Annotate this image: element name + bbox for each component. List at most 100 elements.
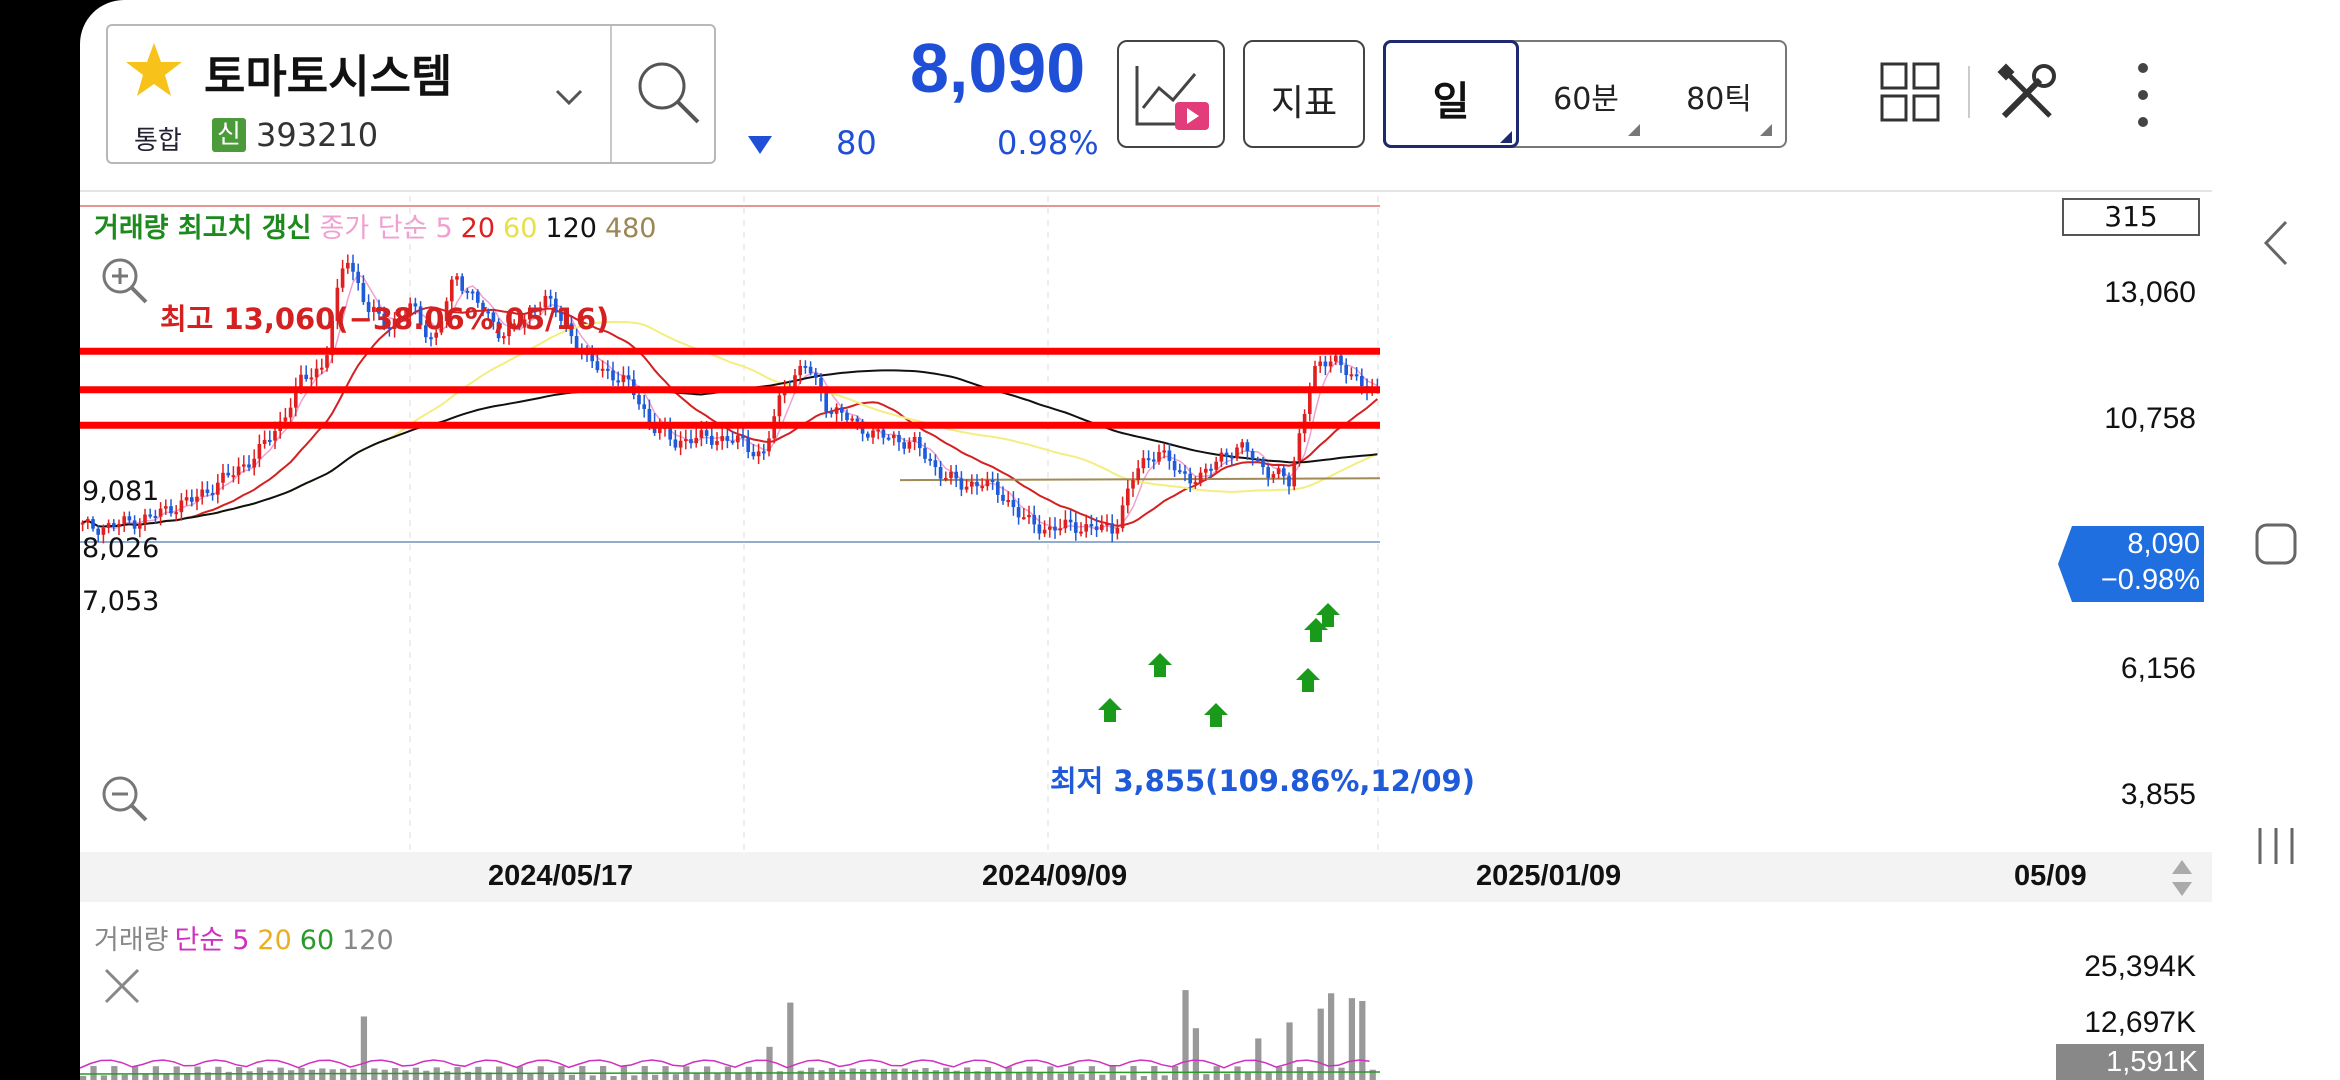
- ma20-line: [82, 306, 1379, 528]
- search-icon[interactable]: [632, 56, 706, 130]
- low-annotation: 최저 3,855(109.86%,12/09): [1050, 764, 1475, 798]
- grid-layout-icon[interactable]: [1880, 62, 1940, 122]
- candle-body: [1188, 473, 1193, 484]
- candle-body: [1183, 471, 1187, 474]
- candle-body: [1001, 494, 1005, 501]
- recents-nav-icon[interactable]: [2254, 824, 2298, 868]
- current-price-tag-value: 8,090: [2127, 528, 2200, 560]
- candle-body: [678, 440, 683, 448]
- candle-body: [1120, 505, 1125, 529]
- more-menu-icon[interactable]: [2130, 62, 2156, 128]
- candle-body: [117, 523, 121, 527]
- candle-body: [1167, 450, 1172, 461]
- candle-body: [247, 464, 251, 468]
- candle-body: [1235, 447, 1239, 459]
- tab-corner-icon: [1628, 124, 1640, 136]
- buy-arrow-icon-0: [1098, 698, 1122, 722]
- volume-bar: [152, 1066, 160, 1080]
- candle-body: [1006, 500, 1011, 503]
- volume-bar: [932, 1070, 940, 1080]
- tools-icon[interactable]: [1996, 62, 2058, 124]
- candle-body: [1157, 452, 1161, 462]
- current-price: 8,090: [910, 29, 1086, 107]
- x-tick-1: 2024/05/17: [488, 860, 634, 892]
- candle-body: [616, 380, 621, 383]
- candle-body: [1099, 524, 1104, 531]
- candle-body: [912, 436, 917, 442]
- candle-body: [689, 439, 693, 444]
- line-label-8026: 8,026: [82, 533, 160, 564]
- candle-body: [637, 395, 641, 405]
- candle-body: [1250, 451, 1255, 460]
- candle-body: [1131, 480, 1135, 489]
- volume-chart[interactable]: [80, 940, 2212, 1080]
- sort-icon[interactable]: [2170, 858, 2194, 898]
- candle-body: [855, 418, 860, 422]
- candle-body: [715, 441, 719, 445]
- home-nav-icon[interactable]: [2254, 522, 2298, 566]
- price-chart[interactable]: [80, 190, 2212, 850]
- candle-body: [1214, 461, 1219, 470]
- candle-body: [1333, 355, 1338, 362]
- volume-bar: [818, 1070, 825, 1080]
- candle-body: [751, 452, 756, 457]
- candle-body: [793, 375, 797, 388]
- volume-bar: [1120, 1075, 1127, 1080]
- candle-body: [975, 481, 979, 487]
- date-axis[interactable]: [80, 852, 2212, 902]
- volume-bar: [142, 1074, 149, 1080]
- candle-body: [1349, 374, 1354, 377]
- candle-body: [969, 481, 974, 487]
- candle-body: [985, 479, 990, 487]
- volume-bar: [891, 1069, 898, 1080]
- candle-body: [595, 361, 600, 371]
- stock-name: 토마토시스템: [204, 50, 453, 103]
- volume-bar: [1057, 1073, 1064, 1080]
- high-annotation: 최고 13,060(−38.06%,05/16): [160, 302, 610, 336]
- candle-body: [1162, 450, 1167, 453]
- volume-bar: [1078, 1074, 1085, 1080]
- candle-body: [1318, 361, 1323, 366]
- candle-body: [91, 519, 95, 529]
- volume-bar: [423, 1070, 430, 1080]
- volume-bar: [1036, 1072, 1044, 1080]
- volume-bar: [1255, 1038, 1262, 1080]
- back-nav-icon[interactable]: [2256, 218, 2296, 268]
- candle-body: [153, 516, 158, 519]
- candle-body: [299, 374, 303, 388]
- volume-bar: [787, 1002, 794, 1080]
- y-tick-6156: 6,156: [2120, 652, 2196, 685]
- candle-body: [980, 486, 985, 489]
- stock-selector[interactable]: 토마토시스템 통합 신 393210: [106, 24, 716, 164]
- candle-body: [1073, 522, 1078, 533]
- candle-body: [1016, 507, 1021, 518]
- tab-day[interactable]: 일: [1383, 40, 1519, 148]
- chevron-down-icon[interactable]: [554, 82, 584, 112]
- tab-80tick[interactable]: 80틱: [1652, 40, 1786, 148]
- volume-bar: [589, 1075, 596, 1080]
- candle-body: [1110, 523, 1115, 534]
- volume-bar: [1203, 1074, 1210, 1080]
- candle-body: [319, 367, 324, 370]
- down-triangle-icon: [748, 136, 772, 154]
- candle-body: [226, 472, 231, 476]
- credit-badge: 신: [212, 118, 246, 152]
- volume-bar: [901, 1068, 908, 1080]
- buy-arrow-icon-2: [1204, 703, 1228, 727]
- market-label: 통합: [134, 126, 182, 156]
- candle-body: [143, 514, 147, 524]
- volume-bar: [808, 1067, 815, 1080]
- chart-grid: [80, 196, 1380, 850]
- indicator-button[interactable]: 지표: [1243, 40, 1365, 148]
- candle-body: [907, 441, 912, 449]
- candle-body: [897, 434, 901, 443]
- chart-type-button[interactable]: [1117, 40, 1225, 148]
- candle-body: [210, 493, 215, 496]
- candle-body: [725, 436, 730, 441]
- candle-body: [1105, 523, 1109, 526]
- candle-body: [1177, 470, 1182, 473]
- tab-60min[interactable]: 60분: [1520, 40, 1652, 148]
- favorite-star-icon[interactable]: [124, 40, 184, 100]
- x-tick-2: 2024/09/09: [982, 860, 1128, 892]
- candle-body: [954, 471, 959, 479]
